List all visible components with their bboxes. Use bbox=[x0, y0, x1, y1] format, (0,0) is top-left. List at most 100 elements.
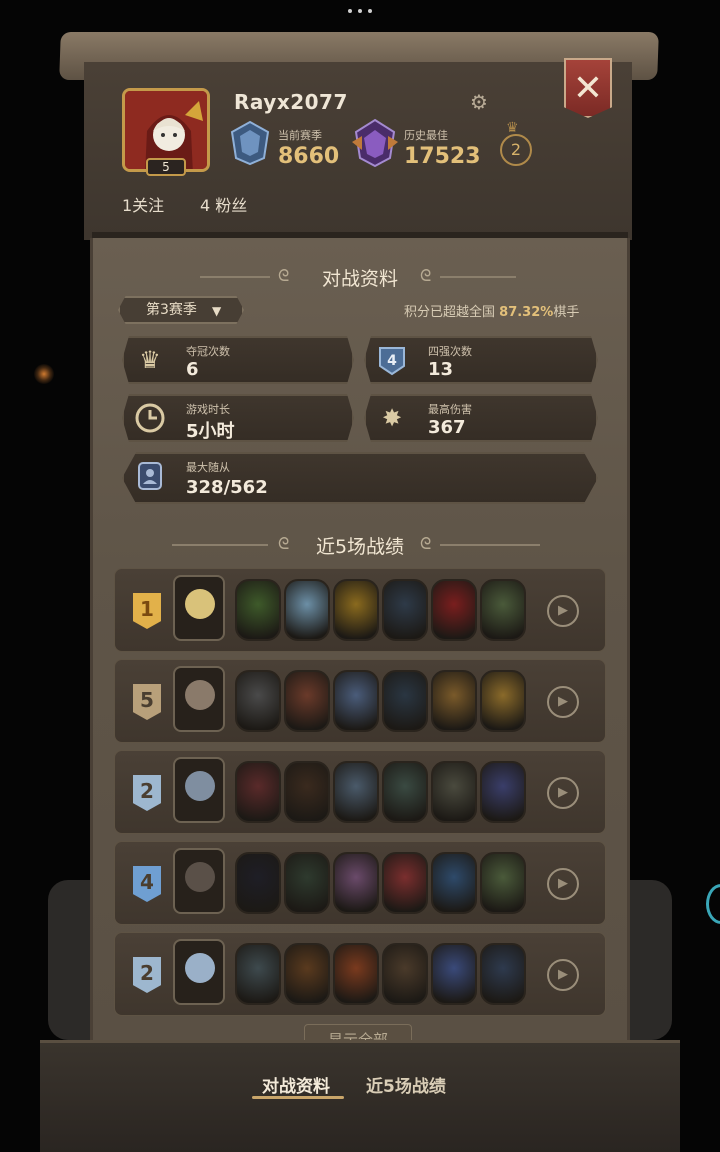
gear-icon[interactable]: ⚙ bbox=[468, 91, 490, 113]
stat-value: 6 bbox=[186, 359, 199, 380]
stat-label: 四强次数 bbox=[428, 345, 472, 358]
placement-badge: 1 bbox=[133, 593, 161, 629]
unit-card-icon[interactable] bbox=[382, 670, 428, 732]
unit-card-icon[interactable] bbox=[284, 943, 330, 1005]
unit-card-icon[interactable] bbox=[235, 943, 281, 1005]
unit-card-icon[interactable] bbox=[431, 852, 477, 914]
replay-play-icon[interactable]: ▶ bbox=[547, 686, 579, 718]
unit-card-icon[interactable] bbox=[284, 761, 330, 823]
placement-badge: 5 bbox=[133, 684, 161, 720]
unit-card-icon[interactable] bbox=[382, 852, 428, 914]
svg-text:4: 4 bbox=[387, 353, 397, 369]
unit-card-icon[interactable] bbox=[235, 852, 281, 914]
stat-card-wins: ♛ 夺冠次数 6 bbox=[122, 336, 354, 384]
stat-value: 13 bbox=[428, 359, 454, 380]
stat-card-top4: 4 四强次数 13 bbox=[364, 336, 598, 384]
divider-line bbox=[440, 276, 516, 278]
unit-card-icon[interactable] bbox=[333, 943, 379, 1005]
unit-card-icon[interactable] bbox=[431, 761, 477, 823]
unit-card-icon[interactable] bbox=[333, 579, 379, 641]
unit-card-icon[interactable] bbox=[333, 852, 379, 914]
season-rank-icon bbox=[230, 120, 270, 166]
crown-icon: ♛ bbox=[139, 346, 161, 374]
fans-count[interactable]: 4 粉丝 bbox=[200, 192, 247, 216]
top-menu-dots[interactable] bbox=[348, 4, 372, 18]
placement-badge: 4 bbox=[133, 866, 161, 902]
rank-note-prefix: 积分已超越全国 bbox=[404, 305, 496, 320]
unit-card-icon[interactable] bbox=[480, 943, 526, 1005]
hero-portrait[interactable] bbox=[173, 575, 225, 641]
replay-play-icon[interactable]: ▶ bbox=[547, 595, 579, 627]
side-ring-icon[interactable] bbox=[706, 884, 720, 924]
hero-face-icon bbox=[185, 953, 215, 983]
stat-label: 最高伤害 bbox=[428, 403, 472, 416]
stat-card-playtime: 游戏时长 5小时 bbox=[122, 394, 354, 442]
unit-card-icon[interactable] bbox=[431, 579, 477, 641]
stat-value: 5小时 bbox=[186, 421, 235, 442]
stat-label: 夺冠次数 bbox=[186, 345, 230, 358]
unit-card-icon[interactable] bbox=[480, 761, 526, 823]
placement-badge: 2 bbox=[133, 775, 161, 811]
follow-count[interactable]: 1关注 bbox=[122, 192, 164, 216]
unit-card-icon[interactable] bbox=[431, 943, 477, 1005]
damage-icon: ✸ bbox=[381, 404, 403, 432]
unit-card-icon[interactable] bbox=[382, 761, 428, 823]
best-score: 17523 bbox=[404, 144, 481, 169]
tab-active-indicator bbox=[252, 1096, 344, 1099]
match-row[interactable]: 2 ▶ bbox=[114, 750, 606, 834]
bottom-tab-bar bbox=[40, 1040, 680, 1152]
top4-icon: 4 bbox=[376, 344, 408, 376]
match-row[interactable]: 4 ▶ bbox=[114, 841, 606, 925]
tab-battle-stats[interactable]: 对战资料 bbox=[262, 1072, 330, 1097]
swirl-right-icon: ᘓ bbox=[420, 534, 432, 553]
tab-recent-matches[interactable]: 近5场战绩 bbox=[366, 1072, 446, 1097]
unit-card-icon[interactable] bbox=[480, 579, 526, 641]
season-select[interactable]: 第3赛季 ▼ bbox=[118, 296, 244, 324]
current-season-score: 8660 bbox=[278, 144, 340, 169]
replay-play-icon[interactable]: ▶ bbox=[547, 959, 579, 991]
rank-note-percent: 87.32% bbox=[499, 305, 554, 320]
stat-label: 最大随从 bbox=[186, 461, 230, 474]
close-button[interactable]: ✕ bbox=[564, 58, 612, 118]
unit-card-icon[interactable] bbox=[480, 852, 526, 914]
unit-card-icon[interactable] bbox=[382, 943, 428, 1005]
hero-face-icon bbox=[185, 862, 215, 892]
swirl-right-icon: ᘓ bbox=[420, 266, 432, 285]
unit-card-icon[interactable] bbox=[431, 670, 477, 732]
unit-card-icon[interactable] bbox=[284, 852, 330, 914]
hero-portrait[interactable] bbox=[173, 848, 225, 914]
avatar-level: 5 bbox=[146, 158, 186, 176]
replay-play-icon[interactable]: ▶ bbox=[547, 868, 579, 900]
unit-card-icon[interactable] bbox=[235, 579, 281, 641]
unit-card-icon[interactable] bbox=[333, 761, 379, 823]
stat-value: 367 bbox=[428, 417, 466, 438]
unit-card-icon[interactable] bbox=[235, 670, 281, 732]
unit-card-icon[interactable] bbox=[284, 579, 330, 641]
hero-portrait[interactable] bbox=[173, 939, 225, 1005]
unit-card-icon[interactable] bbox=[382, 579, 428, 641]
replay-play-icon[interactable]: ▶ bbox=[547, 777, 579, 809]
unit-card-icon[interactable] bbox=[284, 670, 330, 732]
unit-card-icon[interactable] bbox=[235, 761, 281, 823]
crown-count[interactable]: 2 bbox=[500, 134, 532, 166]
hero-face-icon bbox=[185, 771, 215, 801]
season-select-value: 第3赛季 bbox=[146, 302, 197, 318]
clock-icon bbox=[134, 402, 166, 434]
hero-face-icon bbox=[185, 680, 215, 710]
rank-note-suffix: 棋手 bbox=[553, 305, 580, 320]
ambient-light bbox=[34, 364, 54, 384]
stat-card-damage: ✸ 最高伤害 367 bbox=[364, 394, 598, 442]
unit-card-icon[interactable] bbox=[480, 670, 526, 732]
section-title-recent: 近5场战绩 bbox=[315, 536, 405, 558]
stat-label: 游戏时长 bbox=[186, 403, 230, 416]
match-row[interactable]: 5 ▶ bbox=[114, 659, 606, 743]
best-label: 历史最佳 bbox=[404, 129, 448, 142]
rank-note: 积分已超越全国 87.32%棋手 bbox=[404, 301, 579, 320]
hero-portrait[interactable] bbox=[173, 666, 225, 732]
unit-card-icon[interactable] bbox=[333, 670, 379, 732]
best-rank-icon bbox=[352, 118, 398, 168]
match-row[interactable]: 2 ▶ bbox=[114, 932, 606, 1016]
hero-portrait[interactable] bbox=[173, 757, 225, 823]
chevron-down-icon: ▼ bbox=[212, 304, 222, 318]
match-row[interactable]: 1 ▶ bbox=[114, 568, 606, 652]
